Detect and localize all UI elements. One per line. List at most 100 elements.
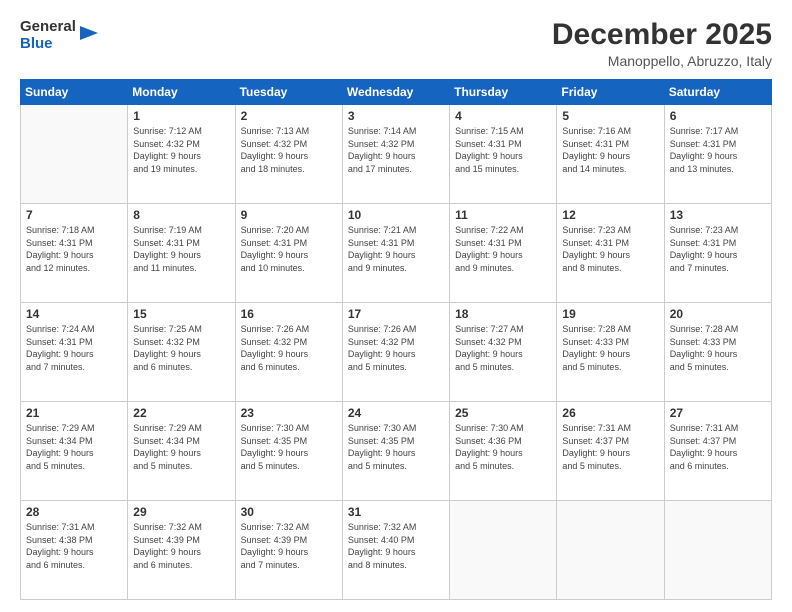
calendar-cell: 20 Sunrise: 7:28 AM Sunset: 4:33 PM Dayli… xyxy=(664,303,771,402)
calendar-cell: 25 Sunrise: 7:30 AM Sunset: 4:36 PM Dayli… xyxy=(450,402,557,501)
day-number: 28 xyxy=(26,505,122,519)
week-row-1: 7 Sunrise: 7:18 AM Sunset: 4:31 PM Daylig… xyxy=(21,204,772,303)
day-info: Sunrise: 7:16 AM Sunset: 4:31 PM Dayligh… xyxy=(562,125,658,175)
logo: General Blue xyxy=(20,18,100,53)
day-info: Sunrise: 7:32 AM Sunset: 4:39 PM Dayligh… xyxy=(241,521,337,571)
day-number: 24 xyxy=(348,406,444,420)
day-info: Sunrise: 7:12 AM Sunset: 4:32 PM Dayligh… xyxy=(133,125,229,175)
logo-general: General xyxy=(20,18,76,35)
day-number: 12 xyxy=(562,208,658,222)
calendar-cell: 28 Sunrise: 7:31 AM Sunset: 4:38 PM Dayli… xyxy=(21,501,128,600)
day-number: 14 xyxy=(26,307,122,321)
page: General Blue December 2025 Manoppello, A… xyxy=(0,0,792,612)
calendar-cell: 30 Sunrise: 7:32 AM Sunset: 4:39 PM Dayli… xyxy=(235,501,342,600)
day-number: 27 xyxy=(670,406,766,420)
calendar-cell: 16 Sunrise: 7:26 AM Sunset: 4:32 PM Dayli… xyxy=(235,303,342,402)
calendar-cell: 19Sunrise: 7:28 AM Sunset: 4:33 PM Dayli… xyxy=(557,303,664,402)
day-info: Sunrise: 7:24 AM Sunset: 4:31 PM Dayligh… xyxy=(26,323,122,373)
day-info: Sunrise: 7:13 AM Sunset: 4:32 PM Dayligh… xyxy=(241,125,337,175)
day-number: 30 xyxy=(241,505,337,519)
calendar-cell: 1 Sunrise: 7:12 AM Sunset: 4:32 PM Daylig… xyxy=(128,105,235,204)
calendar-cell: 22 Sunrise: 7:29 AM Sunset: 4:34 PM Dayli… xyxy=(128,402,235,501)
day-info: Sunrise: 7:23 AM Sunset: 4:31 PM Dayligh… xyxy=(562,224,658,274)
calendar-cell: 7 Sunrise: 7:18 AM Sunset: 4:31 PM Daylig… xyxy=(21,204,128,303)
calendar-cell: 9Sunrise: 7:20 AM Sunset: 4:31 PM Daylig… xyxy=(235,204,342,303)
calendar-cell: 29Sunrise: 7:32 AM Sunset: 4:39 PM Dayli… xyxy=(128,501,235,600)
day-info: Sunrise: 7:19 AM Sunset: 4:31 PM Dayligh… xyxy=(133,224,229,274)
day-number: 6 xyxy=(670,109,766,123)
day-info: Sunrise: 7:15 AM Sunset: 4:31 PM Dayligh… xyxy=(455,125,551,175)
calendar-cell xyxy=(21,105,128,204)
day-number: 19 xyxy=(562,307,658,321)
day-number: 23 xyxy=(241,406,337,420)
calendar-cell: 14 Sunrise: 7:24 AM Sunset: 4:31 PM Dayli… xyxy=(21,303,128,402)
day-number: 25 xyxy=(455,406,551,420)
calendar-cell: 17Sunrise: 7:26 AM Sunset: 4:32 PM Dayli… xyxy=(342,303,449,402)
col-friday: Friday xyxy=(557,80,664,105)
calendar-cell: 12 Sunrise: 7:23 AM Sunset: 4:31 PM Dayli… xyxy=(557,204,664,303)
day-number: 17 xyxy=(348,307,444,321)
day-number: 9 xyxy=(241,208,337,222)
day-info: Sunrise: 7:17 AM Sunset: 4:31 PM Dayligh… xyxy=(670,125,766,175)
day-info: Sunrise: 7:25 AM Sunset: 4:32 PM Dayligh… xyxy=(133,323,229,373)
day-number: 10 xyxy=(348,208,444,222)
calendar-cell xyxy=(664,501,771,600)
day-number: 31 xyxy=(348,505,444,519)
calendar-cell: 21Sunrise: 7:29 AM Sunset: 4:34 PM Dayli… xyxy=(21,402,128,501)
week-row-3: 21Sunrise: 7:29 AM Sunset: 4:34 PM Dayli… xyxy=(21,402,772,501)
day-info: Sunrise: 7:26 AM Sunset: 4:32 PM Dayligh… xyxy=(241,323,337,373)
calendar-cell: 2Sunrise: 7:13 AM Sunset: 4:32 PM Daylig… xyxy=(235,105,342,204)
calendar-cell: 23 Sunrise: 7:30 AM Sunset: 4:35 PM Dayli… xyxy=(235,402,342,501)
calendar-cell: 5Sunrise: 7:16 AM Sunset: 4:31 PM Daylig… xyxy=(557,105,664,204)
day-number: 15 xyxy=(133,307,229,321)
day-info: Sunrise: 7:23 AM Sunset: 4:31 PM Dayligh… xyxy=(670,224,766,274)
header: General Blue December 2025 Manoppello, A… xyxy=(20,18,772,69)
day-number: 4 xyxy=(455,109,551,123)
calendar-cell: 18 Sunrise: 7:27 AM Sunset: 4:32 PM Dayli… xyxy=(450,303,557,402)
calendar: Sunday Monday Tuesday Wednesday Thursday… xyxy=(20,79,772,600)
title-block: December 2025 Manoppello, Abruzzo, Italy xyxy=(552,18,772,69)
day-number: 1 xyxy=(133,109,229,123)
day-number: 20 xyxy=(670,307,766,321)
day-number: 16 xyxy=(241,307,337,321)
day-number: 18 xyxy=(455,307,551,321)
calendar-cell: 8 Sunrise: 7:19 AM Sunset: 4:31 PM Daylig… xyxy=(128,204,235,303)
day-number: 8 xyxy=(133,208,229,222)
week-row-2: 14 Sunrise: 7:24 AM Sunset: 4:31 PM Dayli… xyxy=(21,303,772,402)
day-number: 26 xyxy=(562,406,658,420)
calendar-cell: 15 Sunrise: 7:25 AM Sunset: 4:32 PM Dayli… xyxy=(128,303,235,402)
calendar-cell xyxy=(557,501,664,600)
day-info: Sunrise: 7:32 AM Sunset: 4:40 PM Dayligh… xyxy=(348,521,444,571)
day-info: Sunrise: 7:30 AM Sunset: 4:35 PM Dayligh… xyxy=(348,422,444,472)
day-info: Sunrise: 7:22 AM Sunset: 4:31 PM Dayligh… xyxy=(455,224,551,274)
day-info: Sunrise: 7:30 AM Sunset: 4:35 PM Dayligh… xyxy=(241,422,337,472)
day-info: Sunrise: 7:31 AM Sunset: 4:38 PM Dayligh… xyxy=(26,521,122,571)
col-monday: Monday xyxy=(128,80,235,105)
day-info: Sunrise: 7:18 AM Sunset: 4:31 PM Dayligh… xyxy=(26,224,122,274)
day-number: 3 xyxy=(348,109,444,123)
day-info: Sunrise: 7:29 AM Sunset: 4:34 PM Dayligh… xyxy=(133,422,229,472)
day-info: Sunrise: 7:28 AM Sunset: 4:33 PM Dayligh… xyxy=(670,323,766,373)
col-thursday: Thursday xyxy=(450,80,557,105)
calendar-cell: 6 Sunrise: 7:17 AM Sunset: 4:31 PM Daylig… xyxy=(664,105,771,204)
logo-blue: Blue xyxy=(20,35,76,52)
day-info: Sunrise: 7:31 AM Sunset: 4:37 PM Dayligh… xyxy=(670,422,766,472)
calendar-cell: 4 Sunrise: 7:15 AM Sunset: 4:31 PM Daylig… xyxy=(450,105,557,204)
day-number: 7 xyxy=(26,208,122,222)
calendar-cell xyxy=(450,501,557,600)
location: Manoppello, Abruzzo, Italy xyxy=(552,53,772,69)
day-info: Sunrise: 7:29 AM Sunset: 4:34 PM Dayligh… xyxy=(26,422,122,472)
day-info: Sunrise: 7:31 AM Sunset: 4:37 PM Dayligh… xyxy=(562,422,658,472)
day-info: Sunrise: 7:14 AM Sunset: 4:32 PM Dayligh… xyxy=(348,125,444,175)
day-info: Sunrise: 7:30 AM Sunset: 4:36 PM Dayligh… xyxy=(455,422,551,472)
day-number: 22 xyxy=(133,406,229,420)
calendar-cell: 27 Sunrise: 7:31 AM Sunset: 4:37 PM Dayli… xyxy=(664,402,771,501)
calendar-cell: 10Sunrise: 7:21 AM Sunset: 4:31 PM Dayli… xyxy=(342,204,449,303)
calendar-cell: 26 Sunrise: 7:31 AM Sunset: 4:37 PM Dayli… xyxy=(557,402,664,501)
week-row-4: 28 Sunrise: 7:31 AM Sunset: 4:38 PM Dayli… xyxy=(21,501,772,600)
week-row-0: 1 Sunrise: 7:12 AM Sunset: 4:32 PM Daylig… xyxy=(21,105,772,204)
calendar-cell: 13Sunrise: 7:23 AM Sunset: 4:31 PM Dayli… xyxy=(664,204,771,303)
day-number: 11 xyxy=(455,208,551,222)
day-info: Sunrise: 7:27 AM Sunset: 4:32 PM Dayligh… xyxy=(455,323,551,373)
calendar-header-row: Sunday Monday Tuesday Wednesday Thursday… xyxy=(21,80,772,105)
